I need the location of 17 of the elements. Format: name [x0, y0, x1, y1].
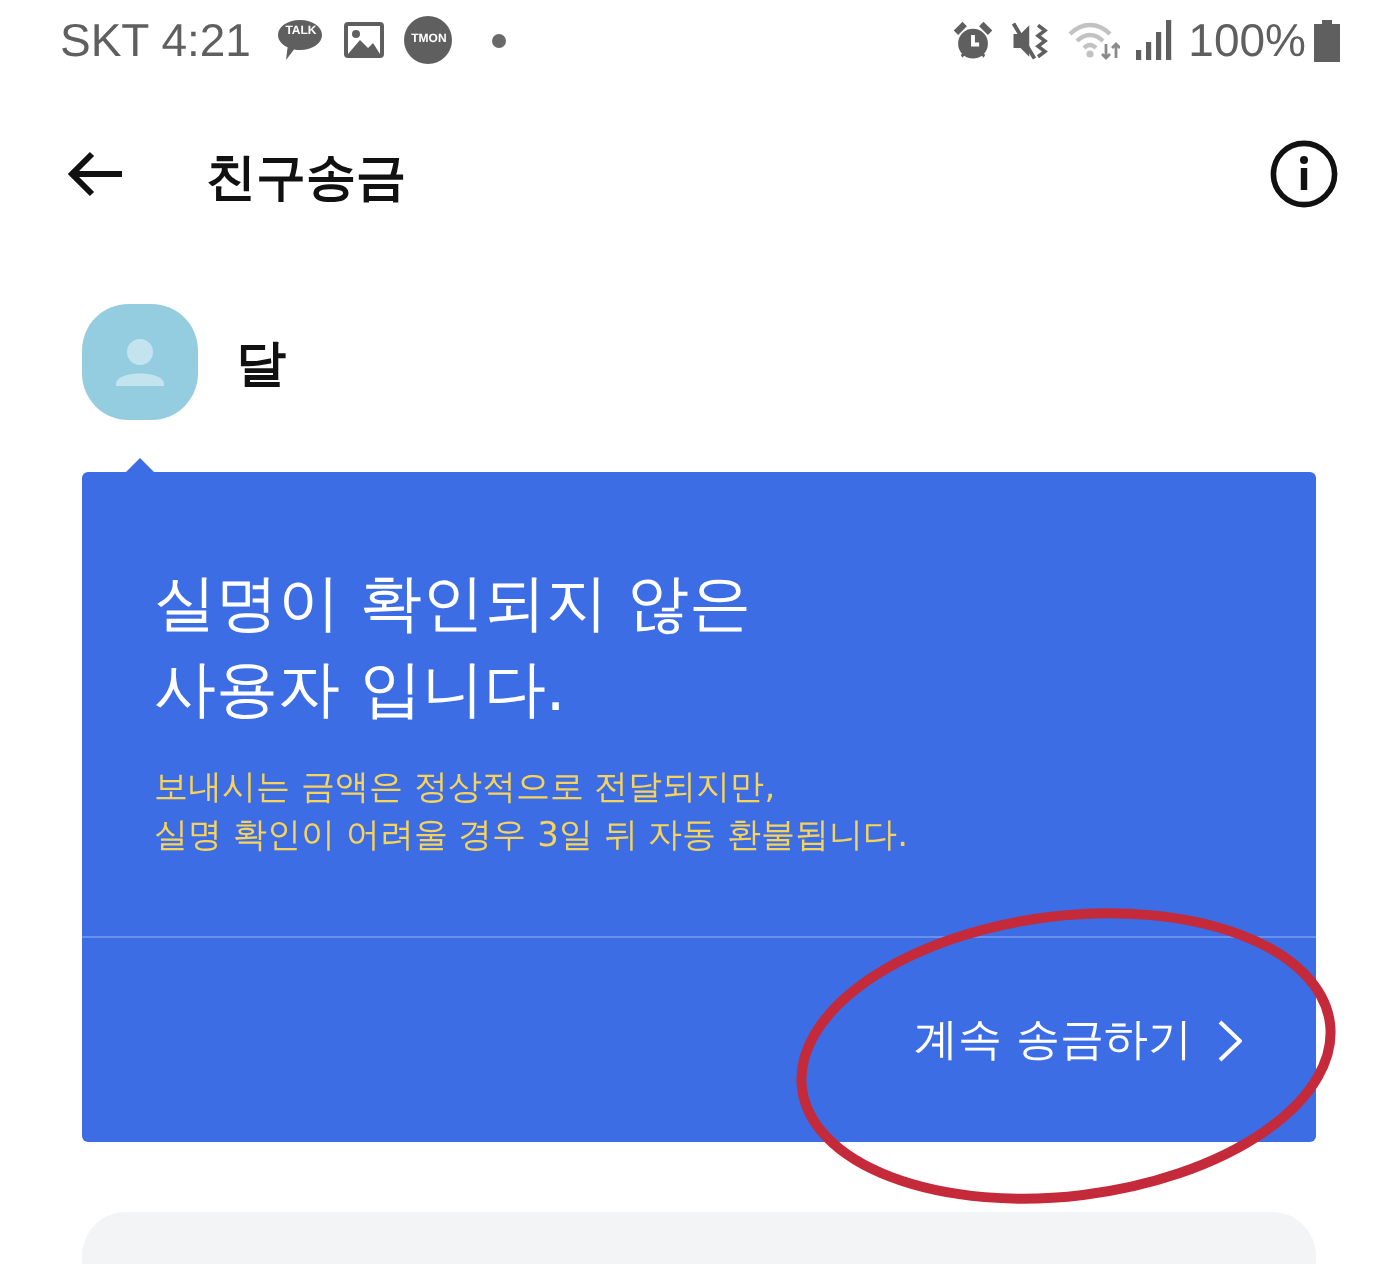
- page-title: 친구송금: [206, 145, 406, 209]
- notice-message: 보내시는 금액은 정상적으로 전달되지만, 실명 확인이 어려울 경우 3일 뒤 자동 환불됩니다.: [154, 766, 911, 860]
- info-button[interactable]: [1270, 139, 1338, 213]
- mute-icon: [1010, 19, 1053, 61]
- alarm-icon: [952, 19, 995, 61]
- battery-icon: [1314, 19, 1340, 61]
- more-notifications-dot-icon: [492, 33, 507, 47]
- wifi-icon: [1068, 20, 1121, 60]
- image-notification-icon: [344, 22, 385, 58]
- recipient-name: 달: [236, 331, 286, 395]
- signal-icon: [1136, 20, 1173, 60]
- continue-transfer-button[interactable]: 계속 송금하기: [914, 1010, 1242, 1070]
- carrier-time: SKT 4:21: [60, 13, 251, 67]
- chevron-right-icon: [1218, 1019, 1242, 1061]
- notice-title: 실명이 확인되지 않은 사용자 입니다.: [154, 566, 754, 730]
- battery-percentage: 100%: [1188, 13, 1306, 67]
- avatar-placeholder-icon: [82, 304, 198, 420]
